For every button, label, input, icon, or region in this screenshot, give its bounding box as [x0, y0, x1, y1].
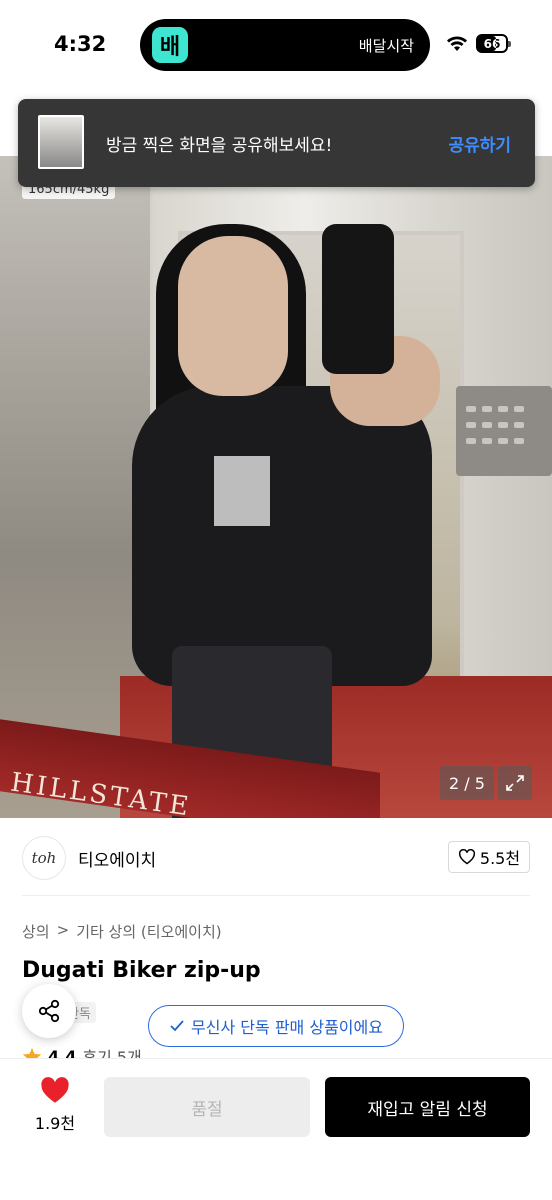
model-face [178, 236, 288, 396]
image-counter: 2 / 5 [440, 766, 494, 800]
soldout-button: 품절 [104, 1077, 310, 1137]
breadcrumb-category[interactable]: 상의 [22, 921, 50, 942]
restock-alert-button[interactable]: 재입고 알림 신청 [325, 1077, 530, 1137]
wishlist-button[interactable]: 1.9천 [30, 1077, 80, 1134]
delivery-app-icon: 배 [152, 27, 188, 63]
divider [22, 895, 530, 896]
elevator-button-panel [456, 386, 552, 476]
brand-logo[interactable]: toh [22, 836, 66, 880]
breadcrumb: 상의 > 기타 상의 (티오에이치) [22, 921, 222, 942]
battery-indicator: 66 [476, 34, 511, 53]
model-phone [322, 224, 394, 374]
island-status-text: 배달시작 [358, 37, 414, 55]
checkmark-icon [170, 1020, 184, 1032]
screenshot-thumbnail [38, 115, 84, 169]
share-screenshot-banner[interactable]: 방금 찍은 화면을 공유해보세요! 공유하기 [18, 99, 535, 187]
heart-filled-icon [41, 1077, 69, 1103]
share-icon [38, 999, 60, 1023]
banner-message: 방금 찍은 화면을 공유해보세요! [106, 136, 333, 156]
dynamic-island[interactable]: 배 배달시작 [140, 19, 430, 71]
expand-icon [506, 775, 524, 791]
product-title: Dugati Biker zip-up [22, 958, 261, 983]
model-inner-top [214, 456, 270, 526]
exclusive-sale-badge: 무신사 단독 판매 상품이에요 [148, 1005, 404, 1047]
exclusive-badge-text: 무신사 단독 판매 상품이에요 [191, 1018, 383, 1037]
breadcrumb-subcategory[interactable]: 기타 상의 (티오에이치) [76, 921, 221, 942]
breadcrumb-separator: > [56, 921, 70, 939]
bottom-action-bar: 1.9천 품절 재입고 알림 신청 [0, 1058, 552, 1200]
clock: 4:32 [54, 32, 107, 56]
brand-name[interactable]: 티오에이치 [78, 846, 156, 871]
expand-button[interactable] [498, 766, 532, 800]
share-action-button[interactable]: 공유하기 [448, 131, 511, 156]
brand-like-count: 5.5천 [479, 849, 521, 868]
wifi-icon [447, 36, 467, 51]
model-jacket [132, 386, 432, 686]
battery-percent: 66 [483, 36, 501, 51]
heart-outline-icon [458, 849, 475, 865]
wishlist-count: 1.9천 [34, 1114, 76, 1133]
product-image[interactable]: HILLSTATE 165cm/45kg 2 / 5 [0, 156, 552, 818]
brand-like-button[interactable]: 5.5천 [448, 841, 530, 873]
status-bar: 4:32 배 배달시작 66 [0, 0, 552, 92]
share-button[interactable] [22, 984, 76, 1038]
